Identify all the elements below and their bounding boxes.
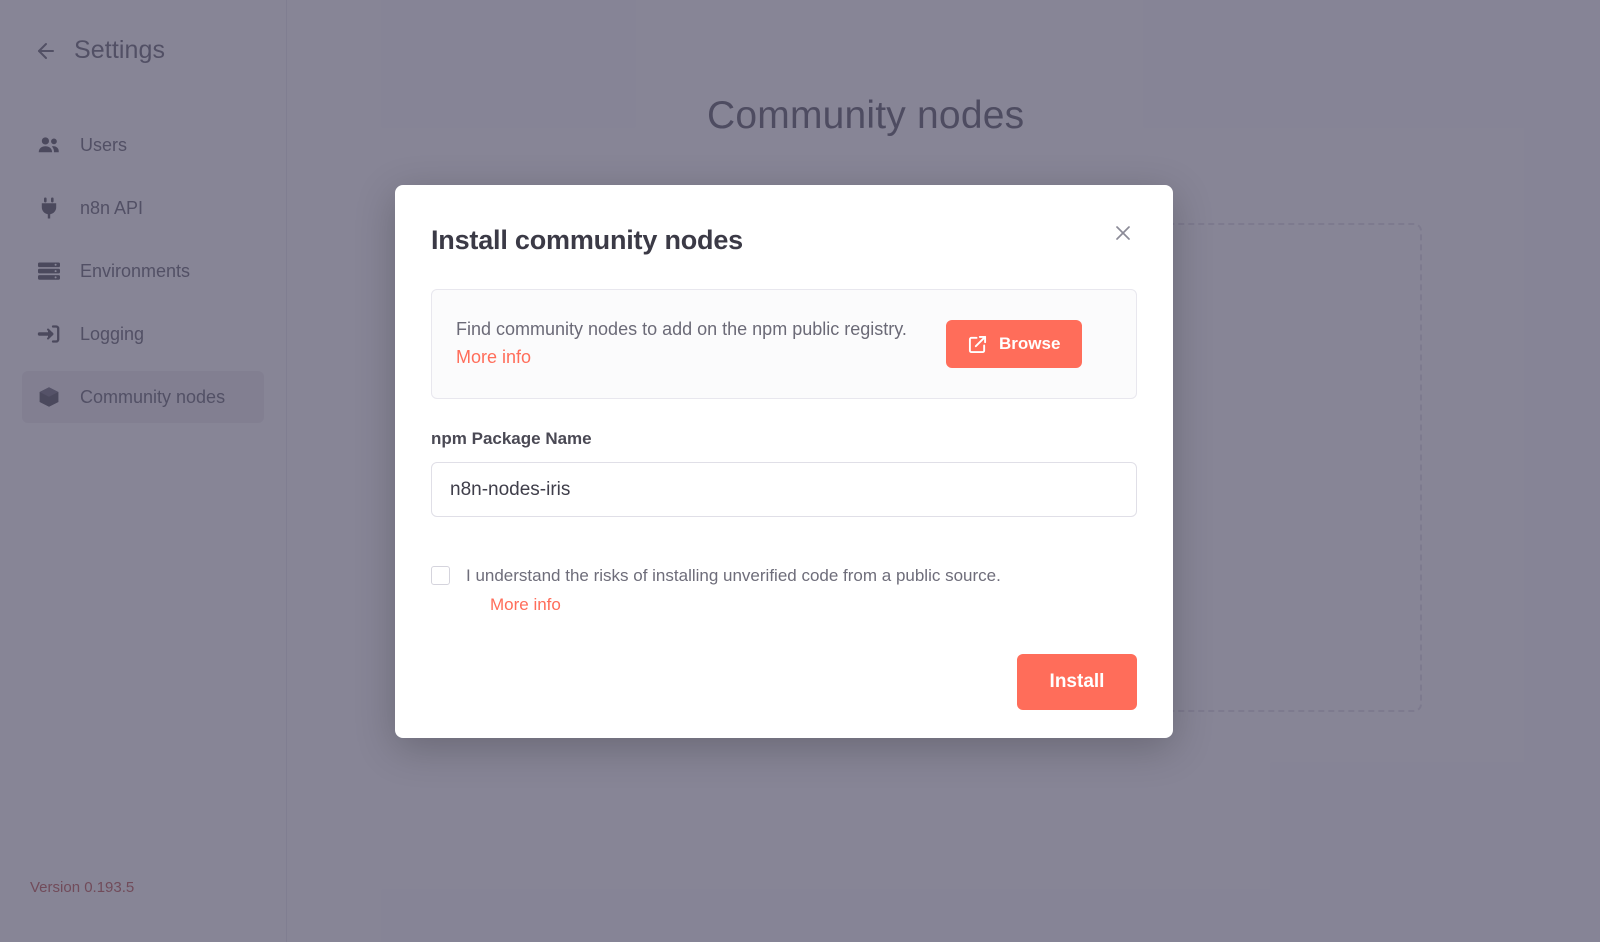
- close-icon[interactable]: [1109, 219, 1137, 247]
- npm-package-name-input[interactable]: [431, 462, 1137, 517]
- browse-button[interactable]: Browse: [946, 320, 1083, 368]
- risk-consent-more-info-link[interactable]: More info: [490, 595, 1001, 615]
- install-button[interactable]: Install: [1017, 654, 1137, 710]
- modal-header: Install community nodes: [431, 219, 1137, 256]
- app-root: Settings Users: [0, 0, 1600, 942]
- browse-button-label: Browse: [999, 334, 1061, 353]
- info-box-text: Find community nodes to add on the npm p…: [456, 316, 926, 372]
- risk-consent-text-wrap: I understand the risks of installing unv…: [466, 563, 1001, 615]
- external-link-icon: [968, 335, 987, 354]
- info-box-more-info-link[interactable]: More info: [456, 347, 531, 367]
- info-box-description: Find community nodes to add on the npm p…: [456, 319, 907, 340]
- npm-package-name-label: npm Package Name: [431, 429, 592, 448]
- risk-consent-row: I understand the risks of installing unv…: [431, 563, 1137, 615]
- risk-consent-label: I understand the risks of installing unv…: [466, 566, 1001, 585]
- npm-registry-info-box: Find community nodes to add on the npm p…: [431, 289, 1137, 399]
- install-community-nodes-modal: Install community nodes Find community n…: [395, 185, 1173, 738]
- modal-footer: Install: [1017, 654, 1137, 710]
- risk-consent-checkbox[interactable]: [431, 566, 450, 585]
- modal-title: Install community nodes: [431, 225, 743, 255]
